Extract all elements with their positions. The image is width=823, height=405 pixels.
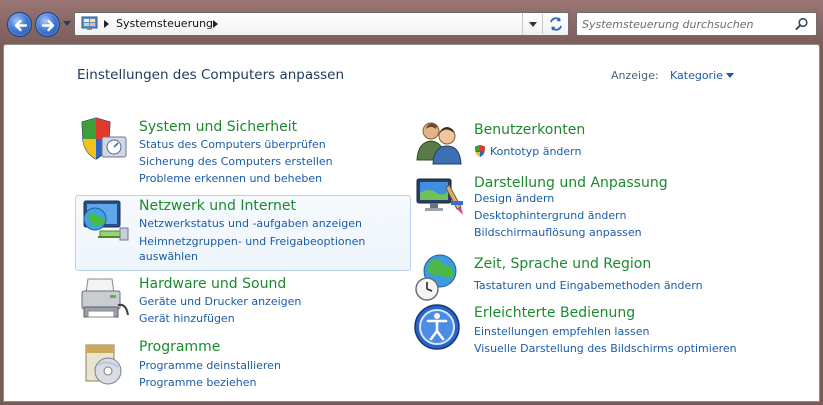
page-title: Einstellungen des Computers anpassen [77,67,345,83]
link[interactable]: Bildschirmauflösung anpassen [474,226,642,240]
window-titlebar: Systemsteuerung [0,0,823,46]
chevron-down-icon[interactable] [726,73,734,78]
link[interactable]: Programme deinstallieren [139,359,281,373]
view-label: Anzeige: [611,69,659,82]
control-panel-icon [81,16,98,30]
address-bar[interactable]: Systemsteuerung [74,12,569,36]
globe-clock-icon[interactable] [413,253,467,301]
link[interactable]: Probleme erkennen und beheben [139,172,322,186]
search-input[interactable] [582,16,787,32]
link[interactable]: Desktophintergrund ändern [474,209,626,223]
link[interactable]: Design ändern [474,192,554,206]
uac-shield-icon [475,145,485,157]
link[interactable]: Gerät hinzufügen [139,312,235,326]
link[interactable]: Einstellungen empfehlen lassen [474,325,649,339]
category-title[interactable]: Erleichterte Bedienung [474,305,635,321]
link[interactable]: Geräte und Drucker anzeigen [139,295,301,309]
link[interactable]: Programme beziehen [139,376,256,390]
content-pane: Einstellungen des Computers anpassen Anz… [3,44,820,402]
link[interactable]: auswählen [139,250,198,264]
users-icon[interactable] [413,118,467,166]
ease-of-access-icon[interactable] [413,303,467,353]
category-title[interactable]: Programme [139,339,220,355]
category-title[interactable]: Zeit, Sprache und Region [474,256,651,272]
monitor-paint-icon[interactable] [413,171,467,219]
network-globe-icon[interactable] [78,197,132,249]
divider [522,13,523,35]
link[interactable]: Visuelle Darstellung des Bildschirms opt… [474,342,737,356]
back-arrow-icon [14,19,28,32]
link[interactable]: Kontotyp ändern [490,145,581,159]
category-title[interactable]: System und Sicherheit [139,119,297,135]
breadcrumb-separator[interactable] [213,20,218,28]
recent-pages-dropdown[interactable] [63,21,71,26]
link[interactable]: Heimnetzgruppen- und Freigabeoptionen [139,235,365,249]
breadcrumb-separator[interactable] [104,20,109,28]
address-history-dropdown[interactable] [529,22,537,27]
programs-icon[interactable] [78,339,132,387]
refresh-button[interactable] [542,14,568,34]
link[interactable]: Tastaturen und Eingabemethoden ändern [474,279,703,293]
category-title[interactable]: Netzwerk und Internet [139,198,296,214]
search-icon[interactable] [795,17,809,31]
refresh-icon [550,17,562,31]
back-button[interactable] [7,12,32,37]
category-title[interactable]: Darstellung und Anpassung [474,175,668,191]
link[interactable]: Sicherung des Computers erstellen [139,155,333,169]
printer-icon[interactable] [78,275,132,323]
breadcrumb-control-panel[interactable]: Systemsteuerung [116,17,213,30]
link[interactable]: Netzwerkstatus und -aufgaben anzeigen [139,217,362,231]
forward-arrow-icon [41,19,55,32]
link[interactable]: Status des Computers überprüfen [139,138,326,152]
shield-icon[interactable] [78,115,132,163]
category-title[interactable]: Hardware und Sound [139,276,286,292]
search-box[interactable] [576,12,817,36]
view-mode-dropdown[interactable]: Kategorie [670,69,723,82]
category-title[interactable]: Benutzerkonten [474,122,585,138]
forward-button[interactable] [35,12,60,37]
